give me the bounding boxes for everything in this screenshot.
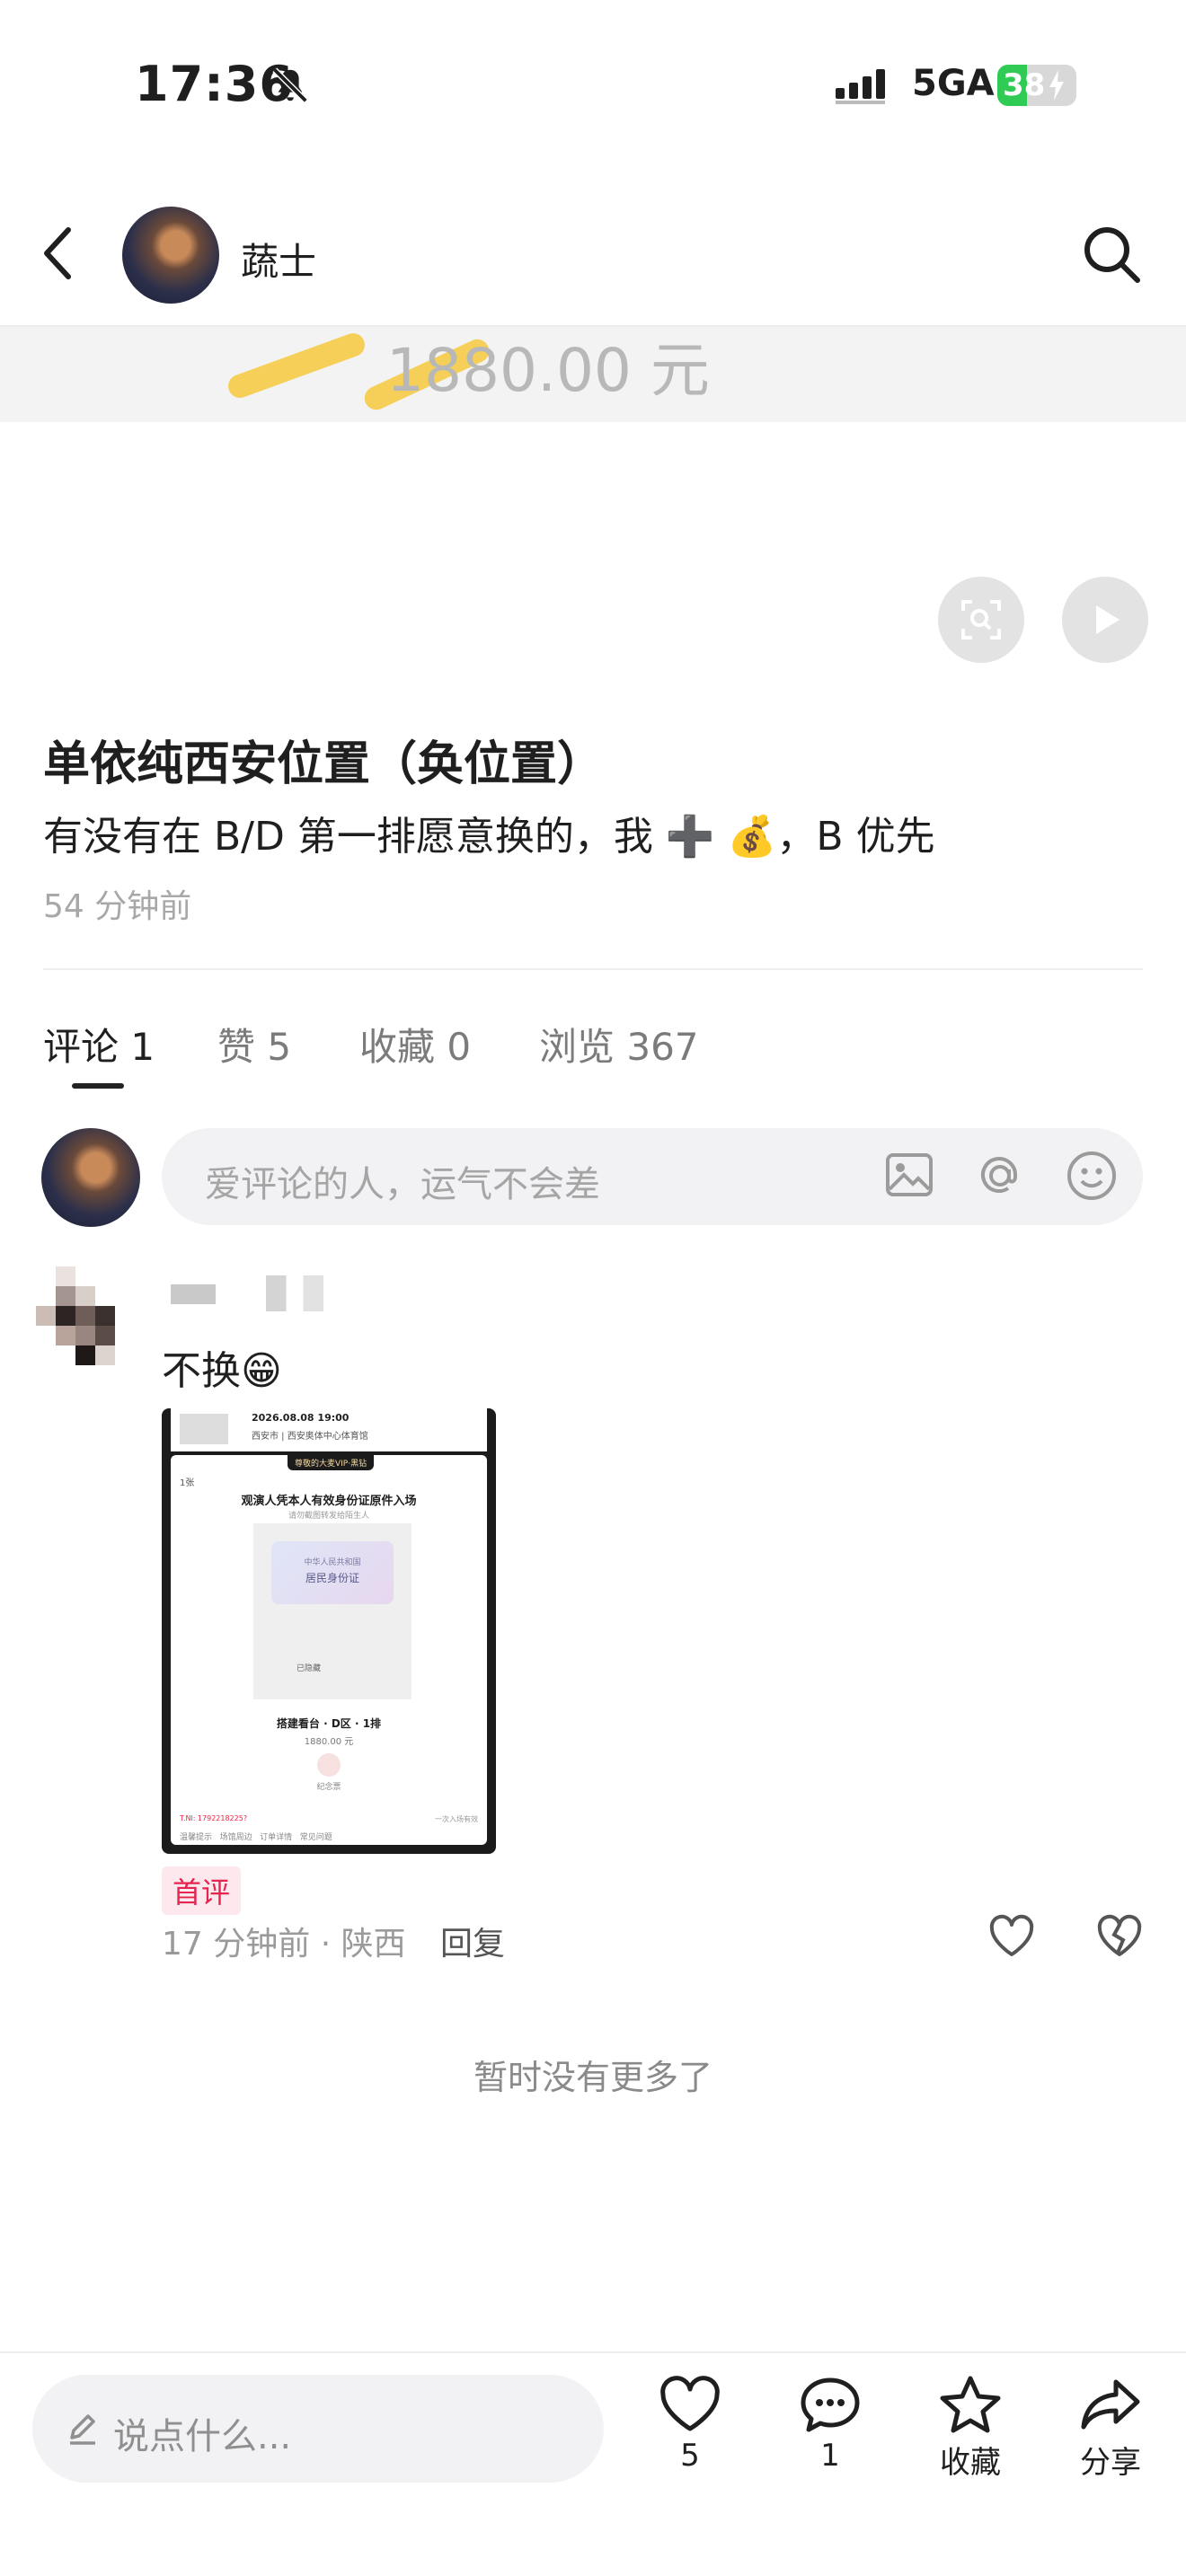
play-icon — [1096, 605, 1120, 634]
silent-bell-icon — [272, 67, 308, 103]
search-icon[interactable] — [1082, 225, 1141, 284]
highlight-stroke — [225, 330, 368, 401]
ticket-hidden-label: 已隐藏 — [296, 1664, 322, 1673]
tab-likes[interactable]: 赞 5 — [217, 1017, 291, 1072]
first-comment-badge: 首评 — [162, 1866, 242, 1915]
active-tab-indicator — [72, 1083, 124, 1089]
charging-bolt-icon — [1049, 70, 1064, 101]
like-count: 5 — [680, 2438, 700, 2474]
end-of-list-text: 暂时没有更多了 — [473, 2058, 712, 2097]
commenter-name-blurred — [171, 1284, 216, 1304]
ticket-datetime: 2026.08.08 19:00 — [252, 1412, 350, 1424]
comment-like-heart-icon[interactable] — [987, 1913, 1037, 1960]
pencil-icon — [70, 2414, 95, 2445]
bottom-bar-divider — [0, 2351, 1186, 2353]
network-type: 5GA — [912, 63, 995, 104]
ticket-number: T.Nl: 1792218225? — [180, 1814, 248, 1822]
author-name[interactable]: 蔬士 — [241, 232, 316, 287]
emoji-icon[interactable] — [1066, 1150, 1118, 1202]
author-avatar[interactable] — [122, 207, 219, 304]
ticket-header: 2026.08.08 19:00 西安市 | 西安奥体中心体育馆 — [171, 1408, 487, 1451]
bottom-input-placeholder: 说点什么... — [113, 2416, 292, 2457]
ticket-seat: 搭建看台 · D区 · 1排 — [276, 1717, 382, 1730]
play-button[interactable] — [1062, 577, 1148, 663]
commenter-avatar[interactable] — [36, 1266, 135, 1383]
signal-icon — [836, 69, 885, 104]
comment-dislike-broken-heart-icon[interactable] — [1094, 1913, 1145, 1960]
commenter-name-blurred — [266, 1275, 323, 1311]
comment-text: 不换😁 — [162, 1348, 282, 1394]
collect-label: 收藏 — [940, 2445, 1001, 2481]
back-chevron-icon[interactable] — [41, 225, 77, 282]
ticket-heading: 观演人凭本人有效身份证原件入场 — [241, 1495, 417, 1508]
comment-input-placeholder: 爱评论的人，运气不会差 — [205, 1164, 600, 1205]
image-picker-icon[interactable] — [884, 1150, 934, 1200]
souvenir-icon — [317, 1753, 341, 1777]
ticket-price: 1880.00 元 — [304, 1737, 354, 1747]
reply-button[interactable]: 回复 — [440, 1918, 505, 1964]
preview-price-text: 1880.00 元 — [386, 336, 710, 405]
collect-button[interactable]: 收藏 — [916, 2375, 1024, 2482]
tab-comments[interactable]: 评论 1 — [43, 1017, 155, 1072]
share-label: 分享 — [1080, 2445, 1141, 2481]
id-card-line1: 中华人民共和国 — [304, 1558, 361, 1567]
tab-views[interactable]: 浏览 367 — [539, 1017, 699, 1072]
share-button[interactable]: 分享 — [1057, 2375, 1164, 2482]
chat-bubble-icon — [801, 2378, 860, 2432]
ticket-subheading: 请勿截图转发给陌生人 — [288, 1512, 369, 1521]
post-image-preview[interactable]: 1880.00 元 — [0, 327, 1186, 422]
share-arrow-icon — [1081, 2379, 1140, 2430]
ticket-vip-tag: 尊敬的大麦VIP·黑钻 — [288, 1455, 375, 1470]
ticket-souvenir: 纪念票 — [316, 1783, 341, 1792]
ticket-thumbnail — [180, 1414, 228, 1444]
ticket-body: 尊敬的大麦VIP·黑钻 1张 观演人凭本人有效身份证原件入场 请勿截图转发给陌生… — [171, 1455, 487, 1845]
post-body: 有没有在 B/D 第一排愿意换的，我 ➕ 💰，B 优先 — [43, 814, 935, 860]
id-card-line2: 居民身份证 — [305, 1572, 359, 1584]
ticket-footer-tabs: 温馨提示 场馆周边 订单详情 常见问题 — [180, 1833, 332, 1842]
like-button[interactable]: 5 — [636, 2375, 744, 2474]
comment-count: 1 — [820, 2438, 840, 2474]
post-title: 单依纯西安位置（奂位置） — [43, 737, 605, 791]
content-divider — [43, 968, 1143, 970]
image-scan-button[interactable] — [938, 577, 1024, 663]
comment-meta: 17 分钟前 · 陕西 — [162, 1926, 406, 1963]
ticket-venue: 西安市 | 西安奥体中心体育馆 — [252, 1432, 368, 1442]
scan-icon — [961, 600, 1001, 640]
my-avatar[interactable] — [41, 1128, 140, 1227]
mention-at-icon[interactable] — [974, 1150, 1026, 1202]
id-card-icon: 中华人民共和国 居民身份证 — [271, 1541, 394, 1604]
comment-button[interactable]: 1 — [776, 2375, 884, 2474]
tab-collections[interactable]: 收藏 0 — [359, 1017, 471, 1072]
battery-percent: 38 — [1003, 67, 1046, 103]
heart-icon — [660, 2376, 720, 2431]
post-time: 54 分钟前 — [43, 888, 192, 925]
ticket-entry-note: 一次入场有效 — [435, 1815, 478, 1823]
star-icon — [940, 2376, 1001, 2433]
ticket-count: 1张 — [180, 1478, 195, 1488]
comment-image-ticket[interactable]: 2026.08.08 19:00 西安市 | 西安奥体中心体育馆 尊敬的大麦VI… — [162, 1408, 496, 1854]
